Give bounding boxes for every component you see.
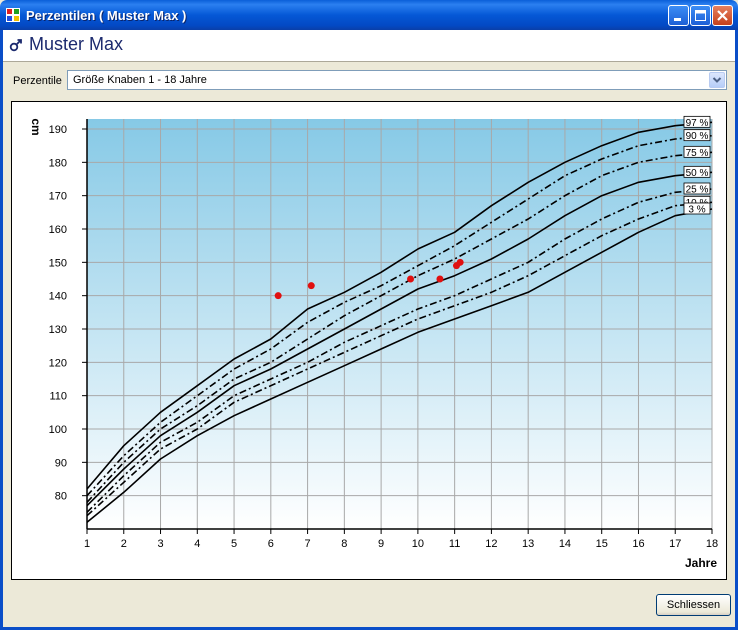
x-tick-label: 7 — [305, 538, 311, 550]
y-tick-label: 100 — [49, 424, 67, 436]
x-tick-label: 16 — [632, 538, 644, 550]
percentile-select-value: Größe Knaben 1 - 18 Jahre — [73, 74, 207, 86]
y-axis-label: cm — [29, 118, 43, 135]
percentile-label: 90 % — [686, 131, 709, 142]
percentile-label: 75 % — [686, 148, 709, 159]
close-button[interactable]: Schliessen — [656, 594, 731, 616]
x-tick-label: 18 — [706, 538, 718, 550]
x-tick-label: 10 — [412, 538, 424, 550]
x-tick-label: 5 — [231, 538, 237, 550]
x-tick-label: 17 — [669, 538, 681, 550]
chevron-down-icon — [712, 77, 722, 83]
percentile-label: 50 % — [686, 168, 709, 179]
y-tick-label: 90 — [55, 457, 67, 469]
minimize-button[interactable] — [668, 5, 689, 26]
y-tick-label: 140 — [49, 291, 67, 303]
percentile-label: 97 % — [686, 118, 709, 129]
percentile-chart: 1 2 3 4 5 6 7 8 9 10 11 12 13 14 15 16 17 18 80 90 100 110 120… — [11, 101, 727, 580]
maximize-icon — [695, 10, 706, 21]
percentile-label: Perzentile — [13, 75, 62, 87]
minimize-icon — [674, 18, 681, 21]
maximize-button[interactable] — [690, 5, 711, 26]
y-tick-label: 190 — [49, 124, 67, 136]
patient-name: Muster Max — [29, 34, 124, 54]
close-icon — [717, 10, 728, 21]
measurement-point — [407, 275, 415, 283]
measurement-point — [274, 292, 282, 300]
percentile-label: 25 % — [686, 185, 709, 196]
title-bar: Perzentilen ( Muster Max ) — [0, 0, 738, 30]
y-tick-label: 80 — [55, 491, 67, 503]
x-tick-label: 15 — [596, 538, 608, 550]
y-tick-label: 170 — [49, 191, 67, 203]
y-tick-label: 180 — [49, 157, 67, 169]
x-tick-label: 2 — [121, 538, 127, 550]
measurement-point — [307, 282, 315, 290]
y-tick-label: 160 — [49, 224, 67, 236]
x-tick-label: 12 — [485, 538, 497, 550]
x-tick-label: 9 — [378, 538, 384, 550]
x-tick-label: 3 — [157, 538, 163, 550]
patient-header: Muster Max — [3, 30, 735, 61]
measurement-point — [456, 258, 464, 266]
plot-area — [87, 119, 712, 529]
percentile-select[interactable]: Größe Knaben 1 - 18 Jahre — [67, 70, 727, 90]
x-axis-label: Jahre — [685, 556, 717, 570]
x-tick-label: 1 — [84, 538, 90, 550]
close-window-button[interactable] — [712, 5, 733, 26]
chart-canvas: 1 2 3 4 5 6 7 8 9 10 11 12 13 14 15 16 17 188090100110120… — [29, 115, 718, 570]
x-tick-label: 14 — [559, 538, 571, 550]
x-tick-label: 4 — [194, 538, 200, 550]
y-tick-label: 110 — [49, 391, 67, 403]
y-tick-label: 150 — [49, 257, 67, 269]
y-tick-label: 130 — [49, 324, 67, 336]
x-tick-label: 11 — [449, 538, 460, 550]
percentile-label: 3 % — [688, 205, 705, 216]
window-title: Perzentilen ( Muster Max ) — [26, 8, 187, 23]
header-divider — [3, 61, 735, 62]
male-symbol-icon — [9, 39, 22, 52]
x-tick-label: 6 — [268, 538, 274, 550]
x-tick-label: 13 — [522, 538, 534, 550]
measurement-point — [436, 275, 444, 283]
x-tick-label: 8 — [341, 538, 347, 550]
dropdown-button[interactable] — [709, 72, 725, 88]
app-icon — [6, 8, 20, 22]
y-tick-label: 120 — [49, 357, 67, 369]
